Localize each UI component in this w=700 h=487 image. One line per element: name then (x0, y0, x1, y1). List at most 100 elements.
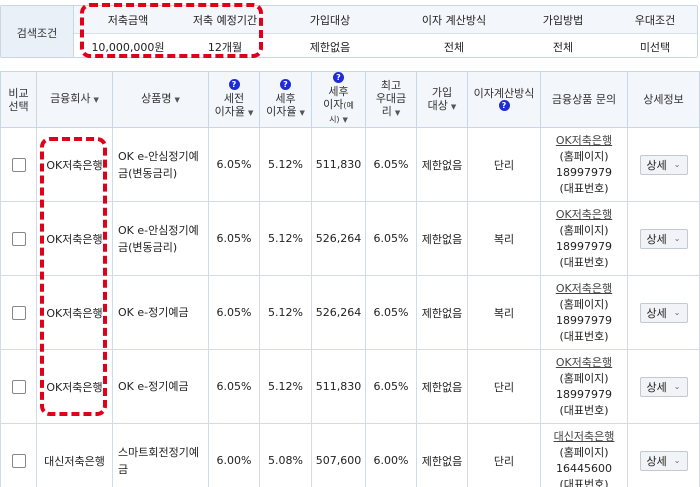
inquiry-homepage-link[interactable]: OK저축은행 (556, 134, 612, 147)
detail-select-button[interactable]: 상세 ⌄ (639, 450, 688, 471)
cond-value-period: 12개월 (207, 40, 243, 54)
table-row: OK저축은행 OK e-안심정기예금(변동금리) 6.05% 5.12% 511,830… (0, 127, 700, 202)
detail-cell: 상세 ⌄ (627, 275, 700, 350)
detail-select-button[interactable]: 상세 ⌄ (639, 154, 688, 175)
th-aftertax-rate[interactable]: ? 세후 이자율 ▼ (259, 71, 312, 128)
aftertax-rate-cell: 5.12% (259, 349, 312, 424)
inquiry-cell: OK저축은행 (홈페이지) 18997979 (대표번호) (540, 127, 628, 202)
compare-checkbox[interactable] (11, 305, 26, 320)
compare-checkbox[interactable] (11, 453, 26, 468)
company-cell: OK저축은행 (36, 349, 113, 424)
sort-down-icon[interactable]: ▼ (299, 109, 304, 117)
help-question-icon[interactable]: ? (333, 72, 344, 83)
cond-header-amount: 저축금액 (107, 13, 149, 27)
inquiry-cell: OK저축은행 (홈페이지) 18997979 (대표번호) (540, 201, 628, 276)
product-cell: OK e-안심정기예금(변동금리) (112, 127, 209, 202)
sort-down-icon[interactable]: ▼ (451, 103, 456, 111)
sort-down-icon[interactable]: ▼ (343, 116, 348, 124)
inquiry-homepage-label: (홈페이지) (559, 371, 609, 385)
pretax-rate-cell: 6.05% (208, 275, 260, 350)
compare-cell (0, 275, 37, 350)
inquiry-phone: 18997979 (556, 239, 612, 253)
cond-value-preferential: 미선택 (639, 40, 671, 54)
th-aftertax-interest[interactable]: ? 세후 이자(예시) ▼ (311, 71, 366, 128)
inquiry-homepage-link[interactable]: OK저축은행 (556, 356, 612, 369)
inquiry-homepage-label: (홈페이지) (559, 445, 609, 459)
sort-down-icon[interactable]: ▼ (395, 109, 400, 117)
detail-cell: 상세 ⌄ (627, 349, 700, 424)
compare-cell (0, 201, 37, 276)
th-company[interactable]: 금융회사 ▼ (36, 71, 113, 128)
help-question-icon[interactable]: ? (228, 79, 240, 90)
search-conditions-label: 검색조건 (1, 6, 74, 57)
aftertax-interest-cell: 511,830 (311, 127, 366, 202)
cond-header-period: 저축 예정기간 (192, 13, 258, 27)
table-row: OK저축은행 OK e-정기예금 6.05% 5.12% 526,264 6.05% 제한없… (0, 275, 700, 350)
cond-header-preferential: 우대조건 (634, 13, 676, 27)
company-cell: 대신저축은행 (36, 423, 113, 487)
max-rate-cell: 6.05% (365, 127, 417, 202)
detail-cell: 상세 ⌄ (627, 423, 700, 487)
calc-method-cell: 단리 (467, 349, 541, 424)
pretax-rate-cell: 6.00% (208, 423, 260, 487)
compare-cell (0, 349, 37, 424)
compare-cell (0, 127, 37, 202)
max-rate-cell: 6.00% (365, 423, 417, 487)
inquiry-homepage-link[interactable]: OK저축은행 (556, 282, 612, 295)
aftertax-rate-cell: 5.12% (259, 201, 312, 276)
max-rate-cell: 6.05% (365, 201, 417, 276)
inquiry-phone-label: (대표번호) (559, 181, 609, 195)
compare-checkbox[interactable] (11, 379, 26, 394)
th-inquiry: 금융상품 문의 (540, 71, 628, 128)
pretax-rate-cell: 6.05% (208, 201, 260, 276)
th-join-target[interactable]: 가입 대상 ▼ (416, 71, 468, 128)
join-target-cell: 제한없음 (416, 423, 468, 487)
company-cell: OK저축은행 (36, 201, 113, 276)
chevron-down-icon: ⌄ (673, 456, 681, 465)
search-conditions-panel: 검색조건 저축금액 저축 예정기간 가입대상 이자 계산방식 가입방법 우대조건… (0, 0, 700, 63)
compare-cell (0, 423, 37, 487)
th-compare: 비교 선택 (0, 71, 37, 128)
inquiry-homepage-link[interactable]: OK저축은행 (556, 208, 612, 221)
help-question-icon[interactable]: ? (280, 79, 291, 90)
help-question-icon[interactable]: ? (498, 99, 510, 111)
inquiry-phone: 18997979 (556, 165, 612, 179)
detail-select-button[interactable]: 상세 ⌄ (639, 302, 688, 323)
inquiry-phone-label: (대표번호) (559, 329, 609, 343)
inquiry-phone-label: (대표번호) (559, 255, 609, 269)
join-target-cell: 제한없음 (416, 201, 468, 276)
aftertax-rate-cell: 5.08% (259, 423, 312, 487)
inquiry-cell: 대신저축은행 (홈페이지) 16445600 (대표번호) (540, 423, 628, 487)
inquiry-phone: 18997979 (556, 387, 612, 401)
aftertax-interest-cell: 511,830 (311, 349, 366, 424)
product-cell: OK e-정기예금 (112, 275, 209, 350)
chevron-down-icon: ⌄ (673, 308, 681, 317)
sort-down-icon[interactable]: ▼ (94, 96, 99, 104)
search-conditions-header-row: 저축금액 저축 예정기간 가입대상 이자 계산방식 가입방법 우대조건 (74, 6, 697, 34)
th-max-rate[interactable]: 최고 우대금 리 ▼ (365, 71, 417, 128)
cond-header-target: 가입대상 (309, 13, 351, 27)
th-calc-method[interactable]: 이자계산방식 ? (467, 71, 541, 128)
sort-down-icon[interactable]: ▼ (174, 96, 179, 104)
results-table: 비교 선택 금융회사 ▼ 상품명 ▼ ? 세전 이자율 ▼ ? 세후 이자율 ▼ ? 세… (0, 71, 700, 487)
chevron-down-icon: ⌄ (673, 160, 681, 169)
inquiry-phone-label: (대표번호) (559, 477, 609, 487)
inquiry-homepage-label: (홈페이지) (559, 297, 609, 311)
detail-select-button[interactable]: 상세 ⌄ (639, 376, 688, 397)
inquiry-homepage-label: (홈페이지) (559, 223, 609, 237)
table-header-row: 비교 선택 금융회사 ▼ 상품명 ▼ ? 세전 이자율 ▼ ? 세후 이자율 ▼ ? 세… (0, 71, 700, 128)
product-cell: OK e-안심정기예금(변동금리) (112, 201, 209, 276)
calc-method-cell: 단리 (467, 423, 541, 487)
cond-value-target: 제한없음 (309, 40, 351, 54)
detail-select-button[interactable]: 상세 ⌄ (639, 228, 688, 249)
th-product[interactable]: 상품명 ▼ (112, 71, 209, 128)
inquiry-cell: OK저축은행 (홈페이지) 18997979 (대표번호) (540, 349, 628, 424)
sort-down-icon[interactable]: ▼ (248, 109, 253, 117)
compare-checkbox[interactable] (11, 231, 26, 246)
th-pretax-rate[interactable]: ? 세전 이자율 ▼ (208, 71, 260, 128)
join-target-cell: 제한없음 (416, 349, 468, 424)
inquiry-homepage-link[interactable]: 대신저축은행 (554, 430, 615, 443)
compare-checkbox[interactable] (11, 157, 26, 172)
cond-header-calc: 이자 계산방식 (421, 13, 487, 27)
aftertax-rate-cell: 5.12% (259, 127, 312, 202)
